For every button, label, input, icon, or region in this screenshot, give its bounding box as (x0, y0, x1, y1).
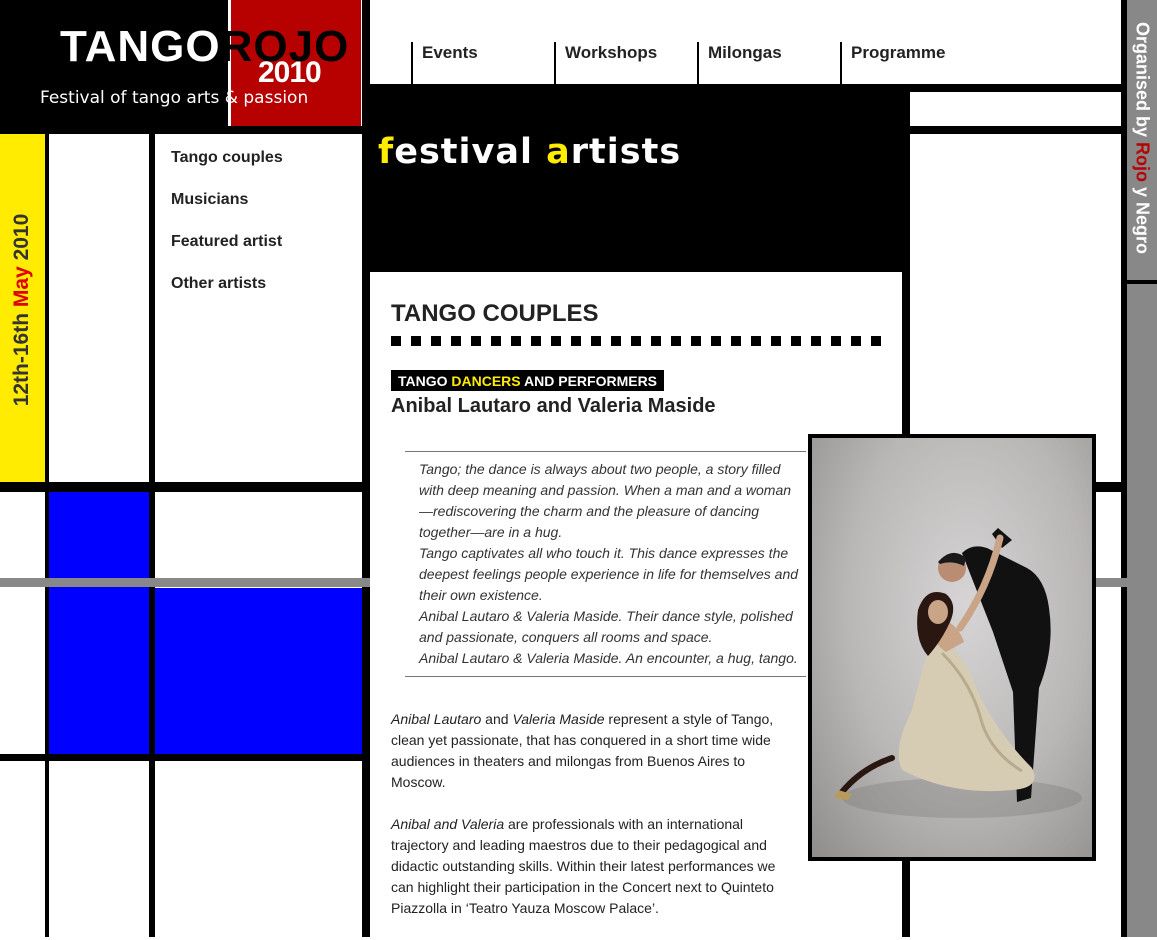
nav-events-label: Events (422, 43, 478, 62)
side-item-musicians[interactable]: Musicians (171, 190, 283, 210)
nav-workshops[interactable]: Workshops (554, 42, 657, 84)
names-couple: Anibal and Valeria (391, 816, 505, 832)
name-anibal: Anibal Lautaro (391, 711, 482, 727)
blue-block-left (49, 492, 149, 754)
side-item-tango-couples[interactable]: Tango couples (171, 148, 283, 168)
dates-month: May (10, 266, 33, 308)
description-paragraph: Anibal Lautaro and Valeria Maside repres… (391, 709, 786, 793)
gray-bar (0, 578, 370, 587)
dancers-illustration (834, 528, 1082, 818)
description-paragraph: Anibal and Valeria are professionals wit… (391, 814, 786, 919)
side-menu: Tango couples Musicians Featured artist … (171, 148, 283, 316)
page-title-a: a (546, 132, 571, 172)
category-badge: TANGO DANCERS AND PERFORMERS (391, 370, 665, 391)
quote-line: Tango captivates all who touch it. This … (419, 545, 799, 603)
organiser-suffix: y Negro (1132, 182, 1153, 255)
tagline: Festival of tango arts & passion (40, 88, 309, 108)
logo-year: 2010 (258, 56, 322, 89)
text-and: and (481, 711, 513, 727)
dates-prefix: 12th-16th (10, 307, 33, 407)
header-band (370, 92, 910, 272)
organiser-rojo: Rojo (1132, 142, 1153, 183)
organiser-text: Organised by Rojo y Negro (1132, 22, 1153, 254)
organiser-strip-divider (1127, 280, 1157, 284)
side-item-featured-artist[interactable]: Featured artist (171, 232, 283, 252)
badge-prefix: TANGO (398, 373, 452, 389)
artist-photo (808, 434, 1096, 861)
badge-highlight: DANCERS (451, 373, 521, 389)
page-title-end: rtists (570, 132, 682, 172)
page-title-mid: estival (394, 132, 547, 172)
festival-dates: 12th-16th May 2010 (10, 214, 34, 407)
side-item-other-artists[interactable]: Other artists (171, 274, 283, 294)
name-valeria: Valeria Maside (512, 711, 605, 727)
logo-tango: TANGO (60, 22, 221, 71)
page-title: festival artists (378, 132, 681, 172)
artist-name: Anibal Lautaro and Valeria Maside (391, 395, 716, 417)
gray-bar-right (1096, 578, 1127, 587)
organiser-prefix: Organised by (1132, 21, 1153, 143)
top-nav: Events Workshops Milongas Programme (370, 0, 1121, 84)
section-title: TANGO COUPLES (391, 300, 599, 327)
nav-events[interactable]: Events (411, 42, 478, 84)
nav-milongas-label: Milongas (708, 43, 782, 62)
quote-block: Tango; the dance is always about two peo… (405, 451, 806, 677)
photo-image (812, 438, 1092, 857)
blue-block-right (155, 588, 362, 754)
dotted-divider (391, 336, 884, 346)
page-title-f: f (378, 132, 395, 172)
quote-line: Anibal Lautaro & Valeria Maside. Their d… (419, 608, 793, 645)
nav-milongas[interactable]: Milongas (697, 42, 782, 84)
badge-suffix: AND PERFORMERS (520, 373, 658, 389)
quote-line: Anibal Lautaro & Valeria Maside. An enco… (419, 650, 798, 666)
nav-programme-label: Programme (851, 43, 946, 62)
nav-programme[interactable]: Programme (840, 42, 945, 84)
nav-workshops-label: Workshops (565, 43, 658, 62)
artist-description: Anibal Lautaro and Valeria Maside repres… (391, 709, 786, 940)
dates-year: 2010 (10, 213, 33, 267)
quote-line: Tango; the dance is always about two peo… (419, 461, 792, 540)
